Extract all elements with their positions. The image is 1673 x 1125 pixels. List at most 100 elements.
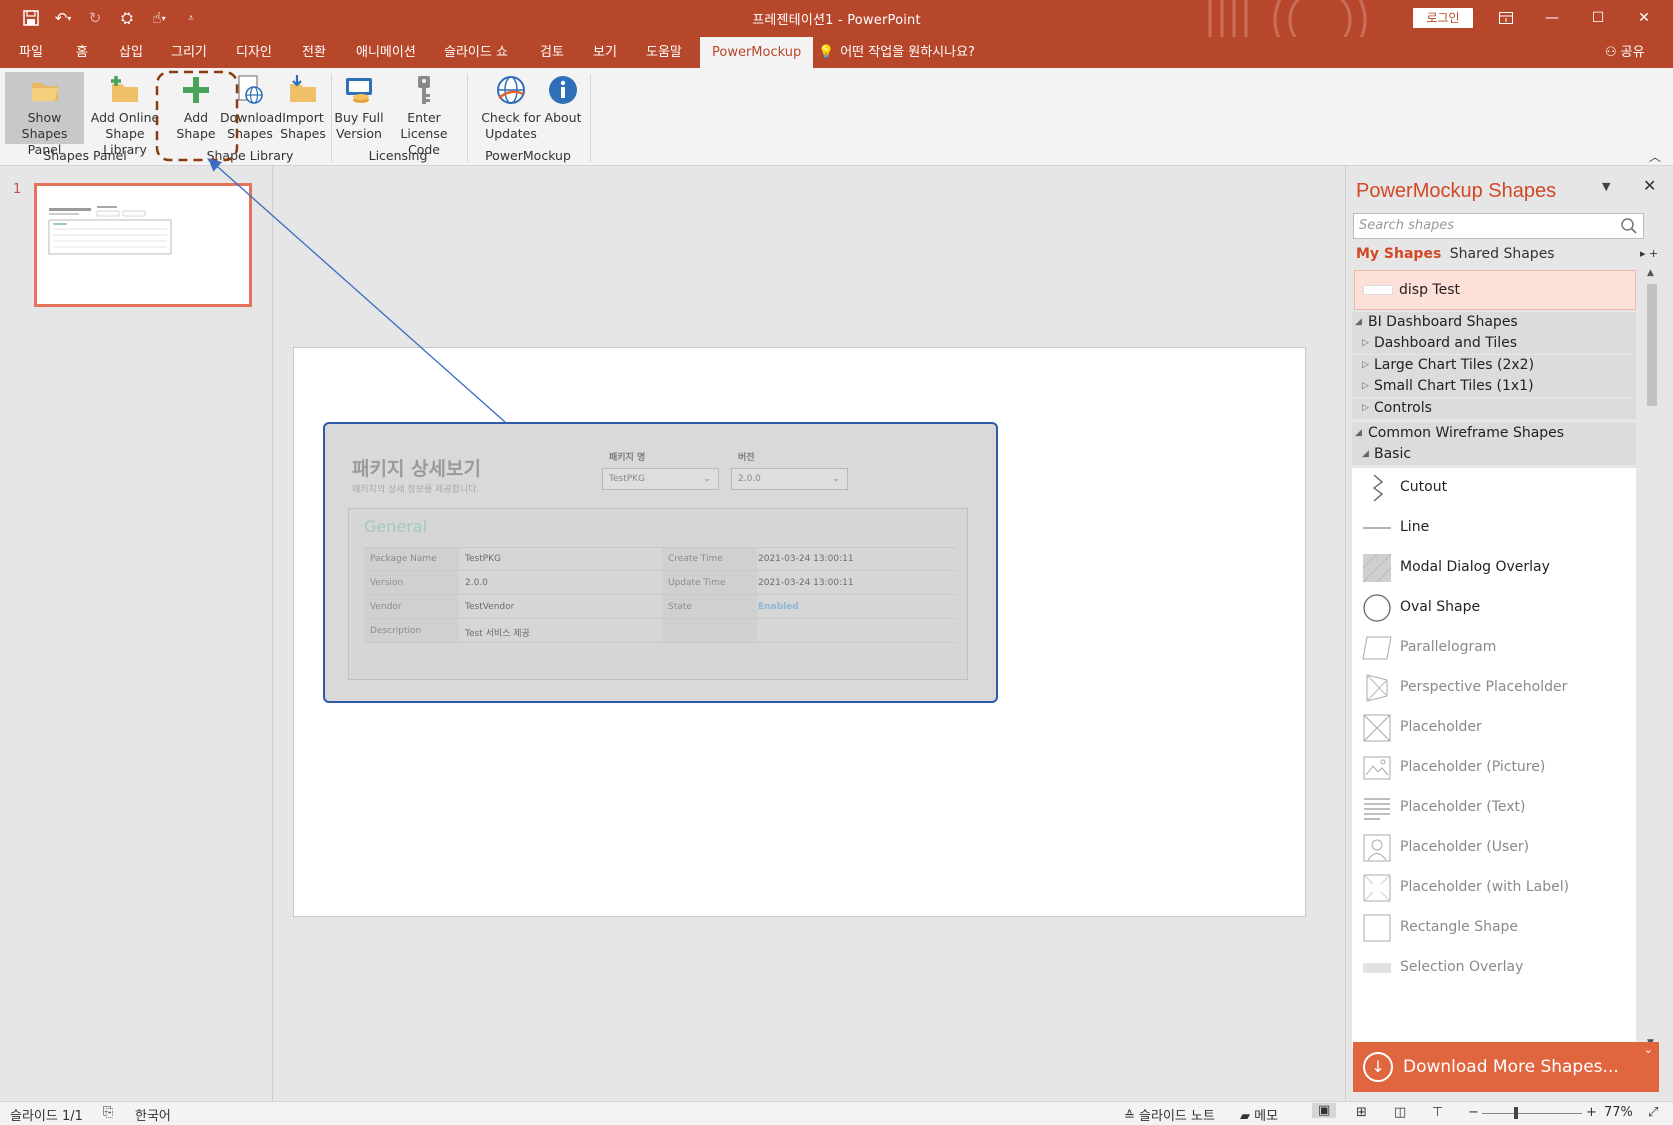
placeholder-icon	[1363, 714, 1391, 742]
powermockup-shapes-panel: PowerMockup Shapes ▼ ✕ Search shapes My …	[1345, 166, 1673, 1101]
about-button[interactable]: About	[542, 72, 584, 144]
mockup-group-shape[interactable]: 패키지 상세보기 패키지의 상세 정보를 제공합니다. 패키지 명 TestPK…	[323, 422, 998, 703]
tab-insert[interactable]: 삽입	[111, 37, 151, 68]
tab-transitions[interactable]: 전환	[294, 37, 334, 68]
cart-coins-icon	[346, 78, 372, 103]
tab-help[interactable]: 도움말	[638, 37, 690, 68]
import-folder-icon	[290, 75, 316, 102]
slide-sorter-icon[interactable]: ⊞	[1356, 1105, 1367, 1120]
basic-shapes-grid: Cutout Line Modal Dialog Overlay Oval Sh…	[1352, 468, 1636, 1048]
tab-animations[interactable]: 애니메이션	[348, 37, 424, 68]
update-globe-icon	[497, 76, 525, 104]
slide-number: 1	[13, 182, 22, 197]
shape-item-oval[interactable]: Oval Shape	[1352, 588, 1636, 628]
table-row: Description Test 서비스 제공	[364, 619, 956, 643]
slide-thumbnail-pane: 1	[0, 166, 273, 1101]
tab-file[interactable]: 파일	[11, 37, 51, 68]
category-large-chart-tiles[interactable]: ▷ Large Chart Tiles (2x2)	[1352, 355, 1636, 376]
check-for-updates-button[interactable]: Check for Updates	[478, 72, 544, 144]
mockup-title: 패키지 상세보기	[352, 458, 481, 480]
fit-slide-icon[interactable]: ⤢	[1648, 1105, 1658, 1120]
tab-my-shapes[interactable]: My Shapes	[1356, 246, 1441, 262]
shapes-list-scrollbar[interactable]: ▲ ▼	[1645, 268, 1659, 1048]
shape-item-parallelogram[interactable]: Parallelogram	[1352, 628, 1636, 668]
tab-review[interactable]: 검토	[532, 37, 572, 68]
buy-full-version-button[interactable]: Buy Full Version	[334, 72, 384, 144]
scroll-up-icon[interactable]: ▲	[1647, 268, 1654, 278]
zoom-out-icon[interactable]: −	[1468, 1105, 1479, 1120]
accessibility-icon[interactable]: ⎘	[103, 1105, 113, 1120]
show-shapes-panel-button[interactable]: Show Shapes Panel	[5, 72, 84, 157]
oval-icon	[1363, 594, 1391, 622]
normal-view-icon[interactable]: ▣	[1312, 1103, 1337, 1118]
add-shape-button[interactable]: Add Shape	[171, 72, 221, 144]
tab-powermockup[interactable]: PowerMockup	[700, 37, 814, 68]
tab-view[interactable]: 보기	[585, 37, 625, 68]
status-badge: Enabled	[758, 602, 799, 612]
share-button[interactable]: ⚇ 공유	[1605, 37, 1645, 68]
selection-overlay-icon	[1363, 963, 1391, 973]
category-bi-dashboard[interactable]: ◢ BI Dashboard Shapes	[1352, 312, 1636, 333]
language-indicator[interactable]: 한국어	[135, 1105, 171, 1124]
category-basic[interactable]: ◢ Basic	[1352, 444, 1636, 465]
shape-item-placeholder-user[interactable]: Placeholder (User)	[1352, 828, 1636, 868]
category-controls[interactable]: ▷ Controls	[1352, 398, 1636, 419]
lightbulb-icon: 💡	[818, 45, 835, 60]
scrollbar-thumb[interactable]	[1647, 284, 1657, 406]
shape-item-modal-dialog-overlay[interactable]: Modal Dialog Overlay	[1352, 548, 1636, 588]
folder-open-icon	[31, 83, 58, 101]
shape-item-line[interactable]: Line	[1352, 508, 1636, 548]
ribbon-display-options-icon[interactable]	[1483, 4, 1529, 32]
login-button[interactable]: 로그인	[1413, 8, 1473, 28]
tab-draw[interactable]: 그리기	[163, 37, 215, 68]
category-dashboard-tiles[interactable]: ▷ Dashboard and Tiles	[1352, 333, 1636, 354]
shape-item-placeholder-text[interactable]: Placeholder (Text)	[1352, 788, 1636, 828]
category-common-wireframe[interactable]: ◢ Common Wireframe Shapes	[1352, 423, 1636, 444]
ribbon: Show Shapes Panel Add Online Shape Libra…	[0, 68, 1673, 166]
group-label-shapes-panel: Shapes Panel	[43, 148, 127, 163]
tab-shared-shapes[interactable]: Shared Shapes	[1450, 246, 1555, 262]
search-icon[interactable]	[1620, 217, 1638, 235]
shape-item-rectangle[interactable]: Rectangle Shape	[1352, 908, 1636, 948]
shape-item-placeholder-label[interactable]: Placeholder (with Label)	[1352, 868, 1636, 908]
notes-button[interactable]: ≙ 슬라이드 노트	[1124, 1105, 1215, 1124]
category-small-chart-tiles[interactable]: ▷ Small Chart Tiles (1x1)	[1352, 376, 1636, 397]
import-shapes-button[interactable]: Import Shapes	[280, 72, 326, 144]
shape-item-cutout[interactable]: Cutout	[1352, 468, 1636, 508]
expand-add-icons[interactable]: ▸ +	[1640, 247, 1658, 260]
close-icon[interactable]: ✕	[1621, 4, 1667, 32]
zoom-slider-thumb[interactable]	[1514, 1107, 1518, 1119]
zoom-slider[interactable]	[1482, 1113, 1582, 1114]
mockup-section-title: General	[364, 517, 428, 536]
tell-me-search[interactable]: 💡 어떤 작업을 원하시나요?	[818, 37, 975, 68]
shape-item-placeholder[interactable]: Placeholder	[1352, 708, 1636, 748]
tab-home[interactable]: 홈	[68, 37, 96, 68]
collapse-ribbon-icon[interactable]: ︿	[1649, 148, 1661, 165]
download-globe-icon	[238, 75, 263, 104]
download-shapes-button[interactable]: Download Shapes	[220, 72, 282, 144]
group-separator	[590, 74, 591, 162]
enter-license-code-button[interactable]: Enter License Code	[386, 72, 462, 157]
shape-item-perspective-placeholder[interactable]: Perspective Placeholder	[1352, 668, 1636, 708]
zoom-level[interactable]: 77%	[1604, 1105, 1633, 1120]
comments-button[interactable]: ▰ 메모	[1240, 1105, 1278, 1124]
add-online-shape-library-button[interactable]: Add Online Shape Library	[88, 72, 162, 157]
download-more-shapes-button[interactable]: ⌄ ↓ Download More Shapes...	[1353, 1042, 1659, 1092]
shape-item-selection-overlay[interactable]: Selection Overlay	[1352, 948, 1636, 988]
my-shape-item[interactable]: disp Test	[1354, 270, 1636, 310]
shape-item-placeholder-picture[interactable]: Placeholder (Picture)	[1352, 748, 1636, 788]
zoom-in-icon[interactable]: +	[1586, 1105, 1597, 1120]
slideshow-view-icon[interactable]: ⊤	[1432, 1105, 1443, 1120]
minimize-icon[interactable]: —	[1529, 4, 1575, 32]
group-label-licensing: Licensing	[368, 148, 428, 163]
panel-close-icon[interactable]: ✕	[1643, 176, 1656, 195]
panel-options-dropdown-icon[interactable]: ▼	[1602, 180, 1610, 193]
person-icon: ⚇	[1605, 45, 1617, 60]
parallelogram-icon	[1362, 636, 1392, 660]
tab-design[interactable]: 디자인	[228, 37, 280, 68]
shapes-search-input[interactable]: Search shapes	[1353, 213, 1644, 239]
maximize-icon[interactable]: ☐	[1575, 4, 1621, 32]
tab-slideshow[interactable]: 슬라이드 쇼	[436, 37, 516, 68]
reading-view-icon[interactable]: ◫	[1394, 1105, 1406, 1120]
slide-thumbnail[interactable]	[34, 183, 252, 307]
